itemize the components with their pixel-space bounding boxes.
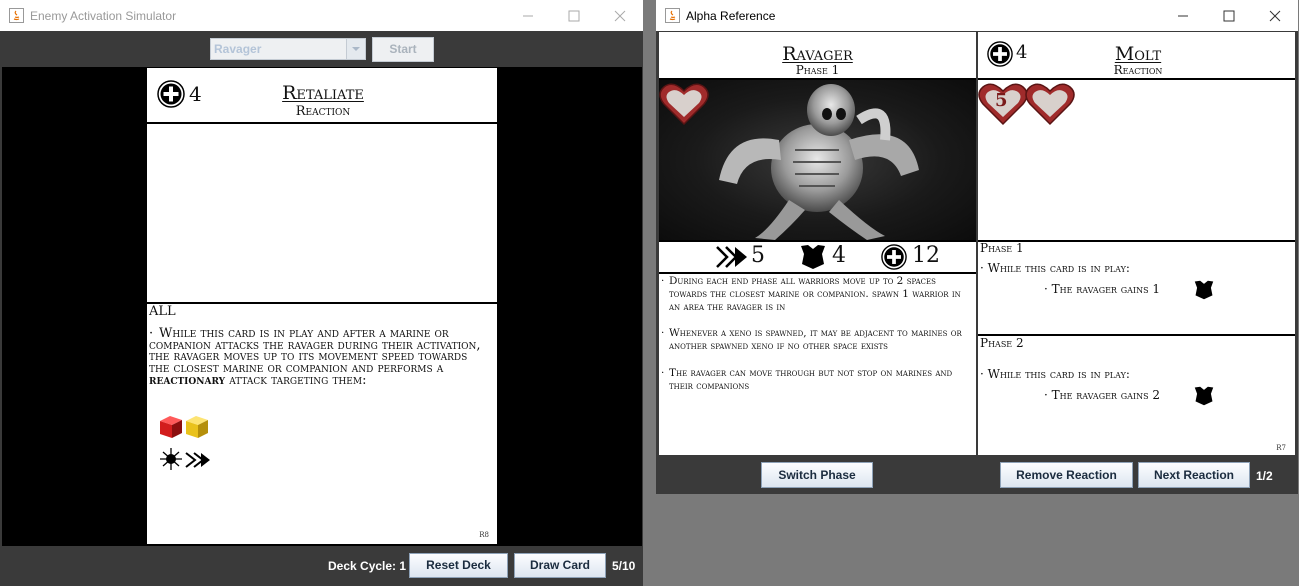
movement-value: 5 <box>751 243 765 268</box>
heart-health-icon <box>659 83 709 126</box>
movement-icon <box>716 246 747 268</box>
start-button[interactable]: Start <box>372 37 434 62</box>
maximize-icon <box>568 10 580 22</box>
health-cross-icon <box>987 41 1013 67</box>
divider <box>659 240 976 242</box>
xeno-target-icon <box>160 448 182 470</box>
minimize-icon <box>1178 15 1188 17</box>
card-cost: 4 <box>189 82 202 106</box>
close-icon <box>1269 10 1281 22</box>
deck-cycle-label: Deck Cycle: 1 <box>328 559 407 573</box>
reaction-subtitle: Reaction <box>1113 63 1163 77</box>
divider <box>978 78 1295 80</box>
heart-health-icon <box>1025 83 1075 126</box>
phase1-line1-text: While this card is in play: <box>987 261 1130 275</box>
java-icon <box>665 8 680 23</box>
reaction-cost: 4 <box>1016 42 1028 63</box>
enemy-name: Ravager <box>782 43 853 65</box>
phase2-label: Phase 2 <box>980 336 1024 350</box>
phase1-line2: · The ravager gains 1 <box>1044 282 1161 296</box>
rules-text-bold: reactionary <box>149 372 226 388</box>
minimize-icon <box>523 15 533 17</box>
health-value: 12 <box>912 243 940 268</box>
red-die-icon <box>160 416 182 438</box>
armor-icon <box>801 245 825 269</box>
divider <box>978 334 1295 336</box>
armor-value: 4 <box>832 243 846 268</box>
enemy-card: Ravager Phase 1 5 4 12 · During each end… <box>659 32 976 455</box>
card-subtitle: Reaction <box>295 104 351 119</box>
divider <box>978 240 1295 242</box>
heart-number: 5 <box>995 90 1008 111</box>
maximize-icon <box>1223 10 1235 22</box>
rule-item: · Whenever a xeno is spawned, it may be a… <box>661 327 962 353</box>
phase2-line2-text: The ravager gains 2 <box>1051 388 1161 402</box>
remove-reaction-button[interactable]: Remove Reaction <box>1000 462 1133 488</box>
enemy-select-value: Ravager <box>214 42 262 56</box>
enemy-rules: · During each end phase all warriors move… <box>661 275 973 393</box>
ravager-portrait <box>659 80 976 240</box>
draw-card-button[interactable]: Draw Card <box>514 553 606 578</box>
card-rules-text: · While this card is in play and after a … <box>149 326 481 388</box>
close-icon <box>614 10 626 22</box>
armor-icon <box>1194 386 1214 406</box>
divider <box>147 302 497 304</box>
health-cross-icon <box>157 80 185 108</box>
health-cross-icon <box>881 244 907 270</box>
dropdown-arrow[interactable] <box>346 39 365 59</box>
reset-deck-button[interactable]: Reset Deck <box>409 553 508 578</box>
window-title: Alpha Reference <box>686 9 776 23</box>
rule-text: The ravager can move through but not sto… <box>669 366 953 392</box>
switch-phase-button[interactable]: Switch Phase <box>761 462 873 488</box>
phase2-line1: · While this card is in play: <box>980 367 1130 381</box>
card-title: Retaliate <box>282 82 364 104</box>
enemy-phase: Phase 1 <box>795 63 840 77</box>
rule-item: · The ravager can move through but not st… <box>661 366 953 392</box>
reaction-name: Molt <box>1114 43 1162 65</box>
rules-text-part: attack targeting them: <box>229 372 367 388</box>
enemy-select[interactable]: Ravager <box>210 38 366 60</box>
divider <box>147 122 497 124</box>
rule-item: · During each end phase all warriors move… <box>661 275 961 313</box>
title-bar: Enemy Activation Simulator <box>0 0 643 31</box>
card-code: R7 <box>1276 444 1286 452</box>
maximize-button[interactable] <box>1206 0 1252 31</box>
window-title: Enemy Activation Simulator <box>30 9 177 23</box>
close-button[interactable] <box>597 0 643 31</box>
card-code: R8 <box>479 531 489 539</box>
deck-count: 5/10 <box>612 559 636 573</box>
minimize-button[interactable] <box>1160 0 1206 31</box>
phase1-line2-text: The ravager gains 1 <box>1051 282 1161 296</box>
rule-text: During each end phase all warriors move … <box>669 275 961 313</box>
chevron-down-icon <box>352 47 360 51</box>
phase2-line1-text: While this card is in play: <box>987 367 1130 381</box>
alpha-reference-window: Alpha Reference Ravager Phase 1 5 4 12 ·… <box>656 0 1298 494</box>
reaction-page: 1/2 <box>1256 469 1273 483</box>
divider <box>659 272 976 274</box>
next-reaction-button[interactable]: Next Reaction <box>1138 462 1250 488</box>
armor-icon <box>1194 280 1214 300</box>
phase1-label: Phase 1 <box>980 241 1024 255</box>
reaction-card: 4 Retaliate Reaction ALL · While this car… <box>147 68 497 544</box>
reaction-card: 4 Molt Reaction 5 Phase 1 · While this c… <box>978 32 1295 455</box>
phase2-line2: · The ravager gains 2 <box>1044 388 1161 402</box>
enemy-activation-window: Enemy Activation Simulator Ravager Start… <box>0 0 643 586</box>
rule-text: Whenever a xeno is spawned, it may be ad… <box>669 327 962 353</box>
card-viewport: 4 Retaliate Reaction ALL · While this car… <box>2 67 642 546</box>
yellow-die-icon <box>186 416 208 438</box>
double-arrow-icon <box>185 452 210 468</box>
rules-text-part: While this card is in play and after a m… <box>149 326 481 377</box>
title-bar: Alpha Reference <box>656 0 1298 31</box>
minimize-button[interactable] <box>505 0 551 31</box>
close-button[interactable] <box>1252 0 1298 31</box>
phase1-line1: · While this card is in play: <box>980 261 1130 275</box>
maximize-button[interactable] <box>551 0 597 31</box>
target-label: ALL <box>149 304 176 319</box>
java-icon <box>9 8 24 23</box>
